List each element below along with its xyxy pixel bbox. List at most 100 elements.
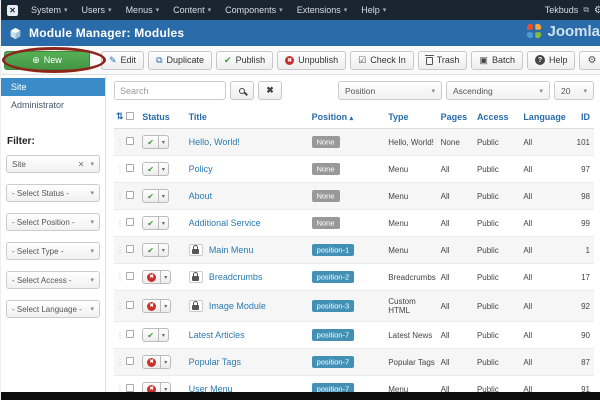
topbar-menu-components[interactable]: Components ▾ <box>218 5 290 15</box>
id-cell: 92 <box>567 290 594 322</box>
status-published-toggle[interactable]: ▾ <box>142 162 169 176</box>
module-title-link[interactable]: Policy <box>189 164 213 174</box>
header-pages[interactable]: Pages <box>438 107 475 129</box>
status-published-toggle[interactable]: ▾ <box>142 216 169 230</box>
logged-in-user[interactable]: Tekbuds <box>545 5 579 15</box>
module-title-link[interactable]: Image Module <box>209 301 266 311</box>
select-all-checkbox[interactable] <box>126 111 135 120</box>
filter-select-selecttype[interactable]: - Select Type - ▾ <box>6 242 100 260</box>
joomla-favicon[interactable]: ✕ <box>7 4 18 16</box>
header-status[interactable]: Status <box>140 107 187 129</box>
row-checkbox[interactable] <box>126 164 135 172</box>
search-button[interactable] <box>230 81 254 100</box>
site-filter-select[interactable]: Site ✕ ▾ <box>6 155 100 173</box>
drag-handle-icon[interactable]: ⋮ <box>116 246 124 255</box>
drag-handle-icon[interactable]: ⋮ <box>116 385 124 393</box>
unpublish-button[interactable]: Unpublish <box>277 50 347 70</box>
header-title[interactable]: Title <box>186 107 310 129</box>
table-row[interactable]: ⋮ ▾ Breadcrumbs position-2 Breadcrumbs A… <box>114 263 594 291</box>
module-title-link[interactable]: Latest Articles <box>189 330 245 340</box>
drag-handle-icon[interactable]: ⋮ <box>116 192 124 201</box>
row-checkbox[interactable] <box>126 384 135 392</box>
status-unpublished-toggle[interactable]: ▾ <box>142 299 172 313</box>
row-checkbox[interactable] <box>126 218 135 226</box>
drag-handle-icon[interactable]: ⋮ <box>116 165 124 174</box>
publish-button[interactable]: Publish <box>216 50 274 70</box>
drag-handle-icon[interactable]: ⋮ <box>116 138 124 147</box>
row-checkbox[interactable] <box>126 330 135 338</box>
ordering-sort-icon[interactable]: ⇅ <box>114 107 125 129</box>
table-row[interactable]: ⋮ ▾ Policy None Menu All Public All 97 <box>114 155 594 183</box>
table-row[interactable]: ⋮ ▾ Main Menu position-1 Menu All Public… <box>114 236 594 264</box>
table-row[interactable]: ⋮ ▾ Popular Tags position-7 Popular Tags… <box>114 348 594 376</box>
topbar-menu-menus[interactable]: Menus ▾ <box>119 5 167 15</box>
header-position[interactable]: Position ▴ <box>309 107 387 129</box>
status-unpublished-toggle[interactable]: ▾ <box>142 270 172 284</box>
module-title-link[interactable]: Breadcrumbs <box>209 272 263 282</box>
table-row[interactable]: ⋮ ▾ User Menu position-7 Menu All Public… <box>114 375 594 393</box>
row-checkbox[interactable] <box>126 245 135 253</box>
row-checkbox[interactable] <box>126 301 135 309</box>
drag-handle-icon[interactable]: ⋮ <box>116 331 124 340</box>
status-published-toggle[interactable]: ▾ <box>142 135 169 149</box>
edit-button[interactable]: Edit <box>101 50 145 70</box>
list-limit-select[interactable]: 20 ▾ <box>554 81 594 100</box>
sidebar-item-administrator[interactable]: Administrator <box>1 96 105 114</box>
row-checkbox[interactable] <box>126 272 135 280</box>
drag-handle-icon[interactable]: ⋮ <box>116 358 124 367</box>
status-published-toggle[interactable]: ▾ <box>142 328 169 342</box>
header-access[interactable]: Access <box>474 107 522 129</box>
header-type[interactable]: Type <box>386 107 439 129</box>
table-row[interactable]: ⋮ ▾ Hello, World! None Hello, World! Non… <box>114 128 594 156</box>
sort-direction-select[interactable]: Ascending ▾ <box>446 81 550 100</box>
sort-by-select[interactable]: Position ▾ <box>338 81 442 100</box>
topbar-menu-help[interactable]: Help ▾ <box>354 5 393 15</box>
topbar-menu-users[interactable]: Users ▾ <box>75 5 119 15</box>
module-title-link[interactable]: About <box>189 191 213 201</box>
filter-select-selectaccess[interactable]: - Select Access - ▾ <box>6 271 100 289</box>
topbar-menu-extensions[interactable]: Extensions ▾ <box>290 5 355 15</box>
status-published-toggle[interactable]: ▾ <box>142 243 169 257</box>
status-unpublished-toggle[interactable]: ▾ <box>142 355 172 369</box>
header-language[interactable]: Language <box>521 107 568 129</box>
row-checkbox[interactable] <box>126 357 135 365</box>
batch-button[interactable]: Batch <box>471 50 523 70</box>
table-row[interactable]: ⋮ ▾ Latest Articles position-7 Latest Ne… <box>114 321 594 349</box>
status-unpublished-toggle[interactable]: ▾ <box>142 382 172 392</box>
new-button[interactable]: New <box>4 50 90 70</box>
status-published-toggle[interactable]: ▾ <box>142 189 169 203</box>
chevron-down-icon: ▾ <box>90 306 94 313</box>
filter-select-label: - Select Type - <box>12 246 64 256</box>
drag-handle-icon[interactable]: ⋮ <box>116 302 124 311</box>
header-id[interactable]: ID <box>567 107 594 129</box>
module-title-link[interactable]: Main Menu <box>209 245 254 255</box>
filter-select-selectposition[interactable]: - Select Position - ▾ <box>6 213 100 231</box>
row-checkbox[interactable] <box>126 191 135 199</box>
options-button[interactable]: Options <box>579 50 600 70</box>
module-title-link[interactable]: User Menu <box>189 384 233 392</box>
help-button[interactable]: Help <box>526 50 576 70</box>
table-row[interactable]: ⋮ ▾ About None Menu All Public All 98 <box>114 182 594 210</box>
table-row[interactable]: ⋮ ▾ Image Module position-3 Custom HTML … <box>114 290 594 322</box>
toolbar-button-label: New <box>43 55 62 65</box>
sidebar-item-site[interactable]: Site <box>1 78 105 96</box>
check-in-button[interactable]: Check In <box>350 50 414 70</box>
gear-icon[interactable]: ⚙ <box>594 5 600 16</box>
clear-filter-icon[interactable]: ✕ <box>78 160 85 169</box>
module-title-link[interactable]: Popular Tags <box>189 357 241 367</box>
filter-select-selectlanguage[interactable]: - Select Language - ▾ <box>6 300 100 318</box>
module-title-link[interactable]: Hello, World! <box>189 137 240 147</box>
module-title-link[interactable]: Additional Service <box>189 218 261 228</box>
duplicate-button[interactable]: Duplicate <box>148 50 213 70</box>
search-input[interactable] <box>114 81 226 100</box>
joomla-wordmark: Joomla <box>547 22 600 40</box>
trash-button[interactable]: Trash <box>417 50 468 70</box>
filter-select-selectstatus[interactable]: - Select Status - ▾ <box>6 184 100 202</box>
row-checkbox[interactable] <box>126 137 135 145</box>
drag-handle-icon[interactable]: ⋮ <box>116 273 124 282</box>
topbar-menu-system[interactable]: System ▾ <box>24 5 75 15</box>
table-row[interactable]: ⋮ ▾ Additional Service None Menu All Pub… <box>114 209 594 237</box>
drag-handle-icon[interactable]: ⋮ <box>116 219 124 228</box>
clear-search-button[interactable] <box>258 81 282 100</box>
topbar-menu-content[interactable]: Content ▾ <box>166 5 218 15</box>
